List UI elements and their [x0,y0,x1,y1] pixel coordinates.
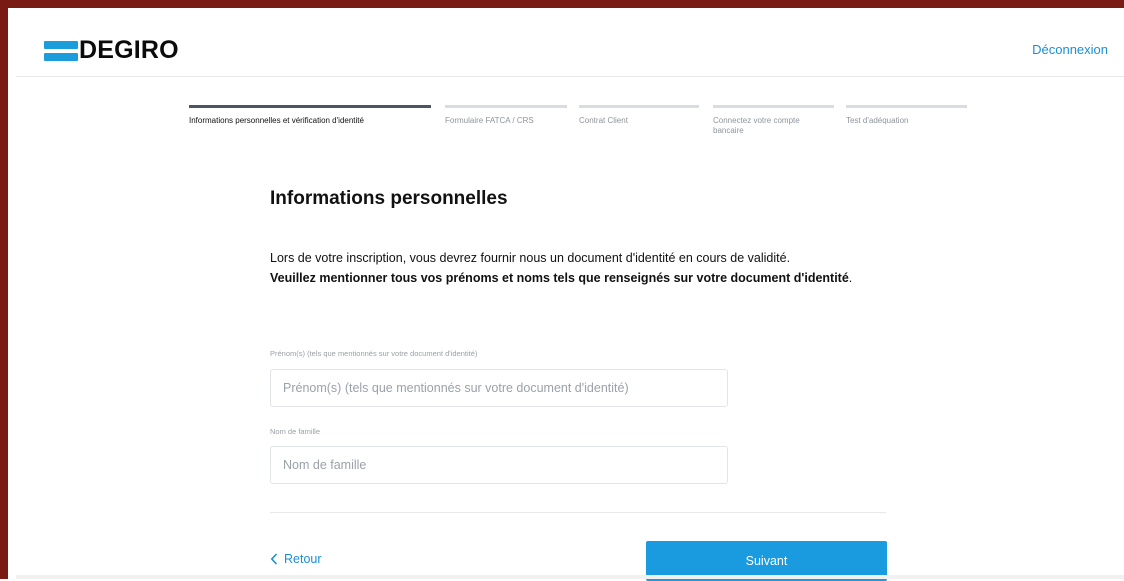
step-personal-info: Informations personnelles et vérificatio… [189,105,431,126]
step-bar [189,105,431,108]
bottom-shade [16,575,1124,579]
app-window: DEGIRO Déconnexion Informations personne… [0,0,1124,581]
top-header: DEGIRO Déconnexion [16,16,1124,77]
logo-bars-icon [44,40,78,61]
step-bar [846,105,967,108]
step-bar [445,105,567,108]
back-label: Retour [284,552,322,566]
step-bank-account: Connectez votre compte bancaire [713,105,834,136]
degiro-logo[interactable]: DEGIRO [44,38,179,63]
step-client-contract: Contrat Client [579,105,699,126]
intro-text: Lors de votre inscription, vous devrez f… [270,248,886,288]
step-bar [579,105,699,108]
intro-sentence: Lors de votre inscription, vous devrez f… [270,251,791,265]
step-suitability-test: Test d'adéquation [846,105,967,126]
last-name-input[interactable] [270,446,728,484]
logo-text: DEGIRO [79,36,179,64]
back-link[interactable]: Retour [270,552,322,566]
step-label: Connectez votre compte bancaire [713,116,800,135]
first-name-input[interactable] [270,369,728,407]
chevron-left-icon [270,553,278,565]
last-name-label: Nom de famille [270,427,321,436]
page-title: Informations personnelles [270,188,508,209]
step-label: Test d'adéquation [846,116,909,125]
intro-end: . [848,271,853,285]
first-name-label: Prénom(s) (tels que mentionnés sur votre… [270,349,478,358]
logout-link[interactable]: Déconnexion [1032,42,1108,57]
step-label: Formulaire FATCA / CRS [445,116,534,125]
step-bar [713,105,834,108]
intro-instruction: Veuillez mentionner tous vos prénoms et … [270,271,849,285]
step-label: Contrat Client [579,116,628,125]
step-fatca-crs: Formulaire FATCA / CRS [445,105,567,126]
form-divider [270,512,886,513]
step-label: Informations personnelles et vérificatio… [189,116,364,125]
